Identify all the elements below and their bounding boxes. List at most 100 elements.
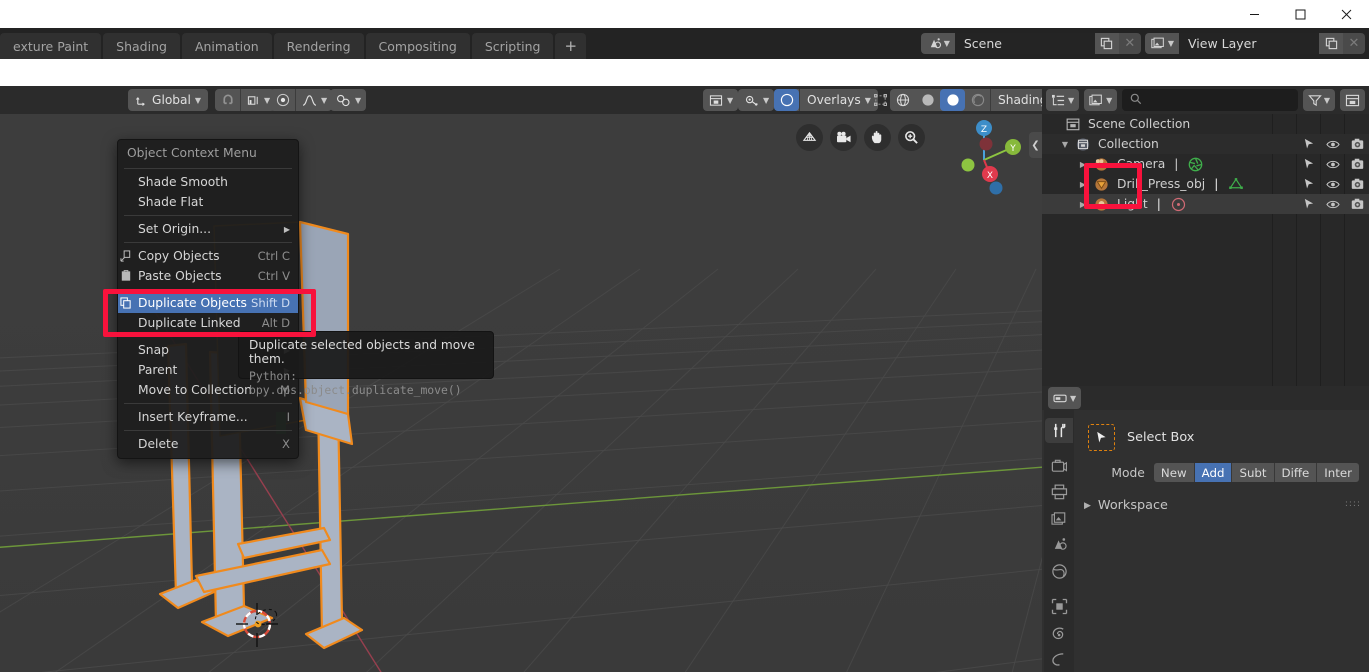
properties-tab-output[interactable]	[1045, 480, 1073, 505]
mesh-data-icon[interactable]	[1228, 177, 1244, 191]
close-button[interactable]	[1323, 0, 1369, 28]
properties-tab-scene[interactable]	[1045, 532, 1073, 557]
menu-item-paste-objects[interactable]: Paste Objects Ctrl V	[118, 266, 298, 286]
hide-eye-icon[interactable]	[1321, 199, 1345, 210]
overlays-group[interactable]: Overlays ▼	[774, 89, 878, 111]
light-data-icon[interactable]	[1171, 197, 1186, 212]
outliner-filter-dropdown[interactable]: ▼	[1303, 89, 1335, 111]
selectable-arrow-icon[interactable]	[1297, 178, 1321, 190]
viewport-sidebar-toggle[interactable]: ❮	[1029, 132, 1042, 158]
selectable-arrow-icon[interactable]	[1297, 138, 1321, 150]
disclosure-triangle-right-icon[interactable]: ▶	[1076, 200, 1090, 209]
selectable-arrow-icon[interactable]	[1297, 158, 1321, 170]
shading-material-preview-icon[interactable]	[940, 89, 965, 111]
tab-texture-paint[interactable]: exture Paint	[0, 33, 101, 59]
tab-compositing[interactable]: Compositing	[366, 33, 470, 59]
shading-wireframe-icon[interactable]	[890, 89, 915, 111]
menu-item-copy-objects[interactable]: Copy Objects Ctrl C	[118, 246, 298, 266]
scene-selector[interactable]: ▼ Scene ✕	[921, 33, 1141, 54]
scene-name-field[interactable]: Scene	[955, 33, 1095, 54]
properties-editor-type-dropdown[interactable]: ▼	[1048, 387, 1081, 409]
view-layer-new-icon[interactable]	[1319, 33, 1343, 54]
outliner-row-drill-press-obj[interactable]: ▶ Drill_Press_obj |	[1042, 174, 1369, 194]
outliner-tree[interactable]: Scene Collection ▼ Collection ▶	[1042, 114, 1369, 386]
scene-unlink-icon[interactable]: ✕	[1119, 33, 1141, 54]
properties-tab-world[interactable]	[1045, 559, 1073, 584]
hide-eye-icon[interactable]	[1321, 159, 1345, 170]
view-layer-selector[interactable]: ▼ View Layer ✕	[1145, 33, 1365, 54]
mode-option-new[interactable]: New	[1154, 463, 1195, 482]
camera-view-icon[interactable]	[830, 124, 857, 151]
axis-gizmo[interactable]: Z Y X	[944, 116, 1024, 196]
object-types-dropdown[interactable]: ▼	[703, 89, 738, 111]
zoom-view-icon[interactable]	[898, 124, 925, 151]
outliner-search-input[interactable]	[1122, 89, 1298, 111]
menu-item-insert-keyframe[interactable]: Insert Keyframe... I	[118, 407, 298, 427]
mirror-group[interactable]: ▼	[330, 89, 366, 111]
pan-view-icon[interactable]	[864, 124, 891, 151]
render-camera-icon[interactable]	[1345, 138, 1369, 150]
render-camera-icon[interactable]	[1345, 198, 1369, 210]
properties-tab-object[interactable]	[1045, 594, 1073, 619]
view-layer-unlink-icon[interactable]: ✕	[1343, 33, 1365, 54]
mode-segmented-control[interactable]: New Add Subt Diffe Inter	[1154, 463, 1359, 482]
outliner-display-mode-dropdown[interactable]: ▼	[1046, 89, 1079, 111]
menu-item-duplicate-objects[interactable]: Duplicate Objects Shift D	[118, 293, 298, 313]
minimize-button[interactable]	[1231, 0, 1277, 28]
object-context-menu[interactable]: Object Context Menu Shade Smooth Shade F…	[117, 139, 299, 459]
tab-shading[interactable]: Shading	[103, 33, 180, 59]
render-camera-icon[interactable]	[1345, 158, 1369, 170]
falloff-dropdown[interactable]: ▼	[296, 89, 332, 111]
outliner-row-collection[interactable]: ▼ Collection	[1042, 134, 1369, 154]
tab-rendering[interactable]: Rendering	[274, 33, 364, 59]
outliner-row-scene-collection[interactable]: Scene Collection	[1042, 114, 1369, 134]
properties-tab-modifiers[interactable]	[1045, 620, 1073, 645]
toggle-camera-grid-icon[interactable]	[796, 124, 823, 151]
view-layer-icon[interactable]: ▼	[1145, 33, 1179, 54]
proportional-edit-group[interactable]: ▼	[270, 89, 332, 111]
transform-orientation-dropdown[interactable]: Global ▼	[128, 89, 208, 111]
transform-orientation-group[interactable]: Global ▼	[128, 89, 208, 111]
outliner-row-camera[interactable]: ▶ Camera |	[1042, 154, 1369, 174]
add-workspace-button[interactable]: +	[555, 33, 586, 59]
select-box-icon[interactable]	[1088, 424, 1115, 451]
shading-mode-group[interactable]: Shading ▼	[890, 89, 1065, 111]
outliner-editor[interactable]: ▼ ▼ ▼	[1042, 86, 1369, 386]
disclosure-triangle-right-icon[interactable]: ▶	[1076, 160, 1090, 169]
outliner-new-collection-button[interactable]	[1340, 89, 1365, 111]
menu-item-shade-smooth[interactable]: Shade Smooth	[118, 172, 298, 192]
menu-item-duplicate-linked[interactable]: Duplicate Linked Alt D	[118, 313, 298, 333]
outliner-filter-id-type-dropdown[interactable]: ▼	[1084, 89, 1117, 111]
overlays-toggle-icon[interactable]	[774, 89, 799, 111]
menu-item-shade-flat[interactable]: Shade Flat	[118, 192, 298, 212]
snapping-group[interactable]: ▼	[215, 89, 275, 111]
render-camera-icon[interactable]	[1345, 178, 1369, 190]
tab-animation[interactable]: Animation	[182, 33, 272, 59]
properties-tab-strip[interactable]	[1044, 410, 1074, 672]
mode-option-intersect[interactable]: Inter	[1317, 463, 1359, 482]
menu-item-delete[interactable]: Delete X	[118, 434, 298, 454]
properties-tab-render[interactable]	[1045, 453, 1073, 478]
gizmo-dropdown[interactable]: ▼	[738, 89, 774, 111]
tab-scripting[interactable]: Scripting	[472, 33, 554, 59]
mode-option-difference[interactable]: Diffe	[1275, 463, 1318, 482]
overlays-dropdown[interactable]: Overlays ▼	[800, 89, 878, 111]
properties-editor[interactable]: ▼	[1042, 386, 1369, 672]
disclosure-triangle-right-icon[interactable]: ▶	[1084, 501, 1091, 511]
properties-body[interactable]: Select Box Mode New Add Subt Diffe Inter…	[1074, 410, 1369, 672]
disclosure-triangle-right-icon[interactable]: ▶	[1076, 180, 1090, 189]
magnet-icon[interactable]	[215, 89, 240, 111]
shading-rendered-icon[interactable]	[965, 89, 990, 111]
properties-tab-physics[interactable]	[1045, 647, 1073, 672]
maximize-button[interactable]	[1277, 0, 1323, 28]
hide-eye-icon[interactable]	[1321, 139, 1345, 150]
menu-item-set-origin[interactable]: Set Origin... ▶	[118, 219, 298, 239]
selectable-arrow-icon[interactable]	[1297, 198, 1321, 210]
view-layer-name-field[interactable]: View Layer	[1179, 33, 1319, 54]
view-object-types-group[interactable]: ▼	[703, 89, 738, 111]
scene-icon[interactable]: ▼	[921, 33, 955, 54]
hide-eye-icon[interactable]	[1321, 179, 1345, 190]
mirror-dropdown[interactable]: ▼	[330, 89, 366, 111]
proportional-edit-icon[interactable]	[270, 89, 295, 111]
shading-solid-icon[interactable]	[915, 89, 940, 111]
